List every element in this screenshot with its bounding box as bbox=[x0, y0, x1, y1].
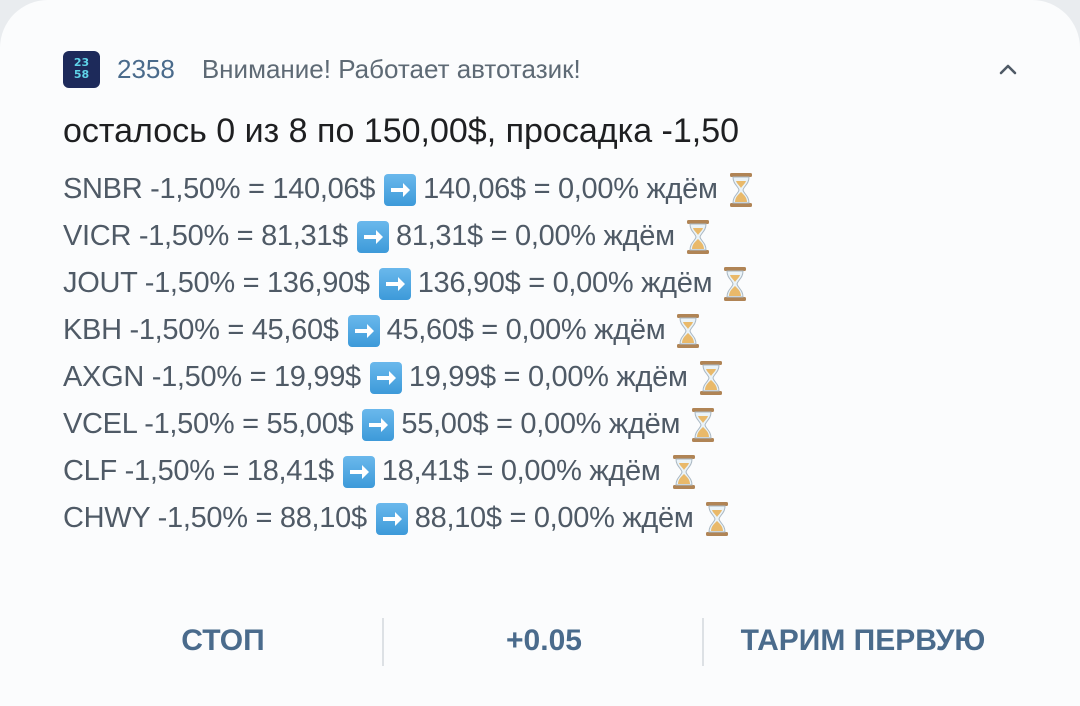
right-arrow-emoji-icon bbox=[378, 267, 411, 300]
ticker-row: JOUT -1,50% = 136,90$ 136,90$ = 0,00% жд… bbox=[63, 260, 754, 307]
right-arrow-emoji-icon bbox=[347, 314, 380, 347]
ticker-left: AXGN -1,50% = 19,99$ bbox=[63, 361, 361, 393]
app-icon-line2: 58 bbox=[73, 68, 90, 81]
ticker-right: 19,99$ = 0,00% ждём bbox=[408, 361, 688, 393]
ticker-row: KBH -1,50% = 45,60$ 45,60$ = 0,00% ждём bbox=[63, 307, 754, 354]
ticker-row: CHWY -1,50% = 88,10$ 88,10$ = 0,00% ждём bbox=[63, 495, 754, 542]
ticker-left: CLF -1,50% = 18,41$ bbox=[63, 455, 334, 487]
hourglass-emoji-icon bbox=[724, 266, 747, 301]
right-arrow-emoji-icon bbox=[384, 173, 417, 206]
hourglass-emoji-icon bbox=[672, 454, 695, 489]
right-arrow-emoji-icon bbox=[369, 361, 402, 394]
ticker-left: KBH -1,50% = 45,60$ bbox=[63, 314, 339, 346]
right-arrow-emoji-icon bbox=[362, 408, 395, 441]
notification-title: Внимание! Работает автотазик! bbox=[201, 53, 581, 84]
right-arrow-emoji-icon bbox=[342, 455, 375, 488]
ticker-right: 18,41$ = 0,00% ждём bbox=[381, 455, 661, 487]
ticker-left: VCEL -1,50% = 55,00$ bbox=[63, 408, 354, 440]
ticker-left: VICR -1,50% = 81,31$ bbox=[63, 220, 348, 252]
notification-header: 23 58 2358 Внимание! Работает автотазик! bbox=[63, 50, 581, 88]
ticker-list: SNBR -1,50% = 140,06$ 140,06$ = 0,00% жд… bbox=[63, 166, 754, 542]
hourglass-emoji-icon bbox=[699, 360, 722, 395]
chevron-up-icon[interactable] bbox=[996, 58, 1020, 82]
notification-card[interactable]: 23 58 2358 Внимание! Работает автотазик!… bbox=[0, 0, 1080, 706]
buy-first-button[interactable]: ТАРИМ ПЕРВУЮ bbox=[705, 612, 1021, 670]
hourglass-emoji-icon bbox=[686, 219, 709, 254]
app-name: 2358 bbox=[117, 53, 175, 84]
ticker-left: SNBR -1,50% = 140,06$ bbox=[63, 173, 376, 205]
plus-005-button[interactable]: +0.05 bbox=[385, 612, 703, 670]
notification-headline: осталось 0 из 8 по 150,00$, просадка -1,… bbox=[63, 112, 740, 150]
ticker-right: 81,31$ = 0,00% ждём bbox=[395, 220, 675, 252]
ticker-row: VICR -1,50% = 81,31$ 81,31$ = 0,00% ждём bbox=[63, 213, 754, 260]
ticker-right: 140,06$ = 0,00% ждём bbox=[423, 173, 718, 205]
ticker-left: CHWY -1,50% = 88,10$ bbox=[63, 502, 367, 534]
hourglass-emoji-icon bbox=[692, 407, 715, 442]
ticker-right: 55,00$ = 0,00% ждём bbox=[401, 408, 681, 440]
action-divider bbox=[702, 618, 704, 666]
app-icon: 23 58 bbox=[63, 50, 100, 88]
ticker-right: 45,60$ = 0,00% ждём bbox=[386, 314, 666, 346]
hourglass-emoji-icon bbox=[677, 313, 700, 348]
ticker-row: SNBR -1,50% = 140,06$ 140,06$ = 0,00% жд… bbox=[63, 166, 754, 213]
notification-actions: СТОП +0.05 ТАРИМ ПЕРВУЮ bbox=[0, 612, 1080, 670]
hourglass-emoji-icon bbox=[729, 172, 752, 207]
action-divider bbox=[382, 618, 384, 666]
ticker-row: AXGN -1,50% = 19,99$ 19,99$ = 0,00% ждём bbox=[63, 354, 754, 401]
ticker-right: 136,90$ = 0,00% ждём bbox=[417, 267, 713, 299]
ticker-left: JOUT -1,50% = 136,90$ bbox=[63, 267, 370, 299]
ticker-row: VCEL -1,50% = 55,00$ 55,00$ = 0,00% ждём bbox=[63, 401, 754, 448]
ticker-row: CLF -1,50% = 18,41$ 18,41$ = 0,00% ждём bbox=[63, 448, 754, 495]
stop-button[interactable]: СТОП bbox=[63, 612, 383, 670]
hourglass-emoji-icon bbox=[705, 501, 728, 536]
right-arrow-emoji-icon bbox=[356, 220, 389, 253]
ticker-right: 88,10$ = 0,00% ждём bbox=[414, 502, 694, 534]
right-arrow-emoji-icon bbox=[375, 502, 408, 535]
